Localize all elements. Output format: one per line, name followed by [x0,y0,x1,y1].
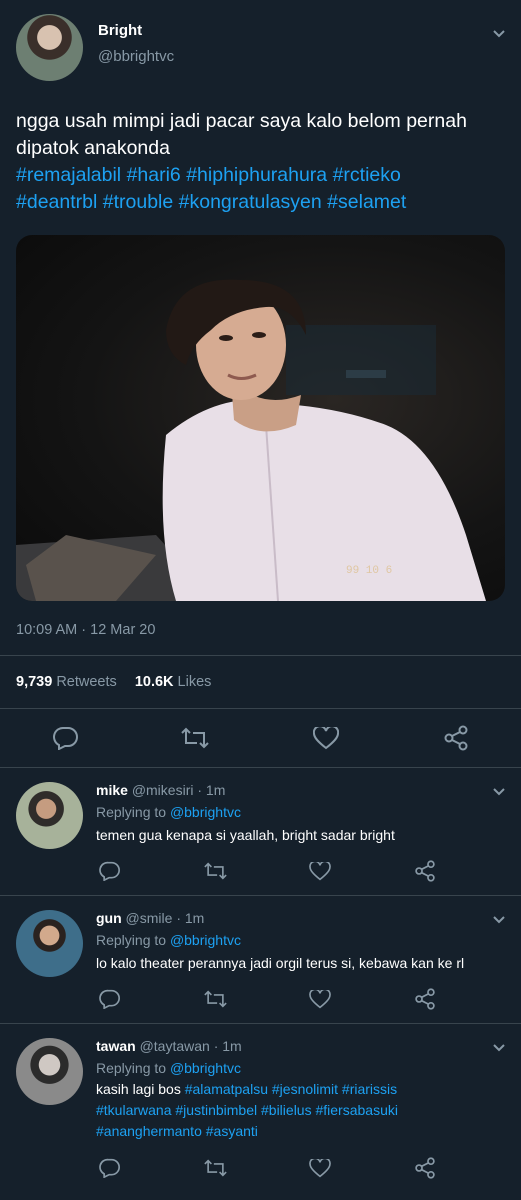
reply-icon[interactable] [99,989,121,1009]
reply-avatar[interactable] [16,910,83,977]
replying-to: Replying to @bbrightvc [96,932,241,948]
replying-to-handle[interactable]: @bbrightvc [170,1060,241,1076]
hashtag-link[interactable]: #kongratulasyen [179,191,322,213]
retweet-icon[interactable] [180,727,210,749]
reply-body: kasih lagi bos [96,1081,181,1097]
reply-icon[interactable] [53,726,79,750]
tweet-photo[interactable]: 99 10 6 [16,235,505,601]
retweet-icon[interactable] [203,1159,228,1177]
share-icon[interactable] [414,1157,436,1179]
replying-to-handle[interactable]: @bbrightvc [170,932,241,948]
author-name[interactable]: Bright [98,22,142,39]
reply-author[interactable]: gun @smile · 1m [96,910,204,926]
chevron-down-icon[interactable] [492,787,506,797]
likes-label: Likes [177,674,212,690]
hashtag-link[interactable]: #justinbimbel [175,1102,257,1118]
reply-handle-time: @mikesiri · 1m [131,782,226,798]
replying-to-label: Replying to [96,1060,167,1076]
hashtag-link[interactable]: #rctieko [333,164,401,186]
reply-icon[interactable] [99,861,121,881]
reply-icon[interactable] [99,1158,121,1178]
hashtag-link[interactable]: #alamatpalsu [185,1081,268,1097]
reply-tweet[interactable]: mike @mikesiri · 1m Replying to @bbright… [0,768,521,895]
photo-date-stamp: 99 10 6 [346,565,392,577]
reply-handle-time: @taytawan · 1m [139,1038,242,1054]
hashtag-link[interactable]: #ananghermanto [96,1123,202,1139]
like-icon[interactable] [309,1159,331,1178]
replying-to-handle[interactable]: @bbrightvc [170,804,241,820]
reply-text: lo kalo theater perannya jadi orgil teru… [96,955,465,971]
hashtag-link[interactable]: #fiersabasuki [315,1102,398,1118]
share-icon[interactable] [443,725,469,751]
reply-tweet[interactable]: tawan @taytawan · 1m Replying to @bbrigh… [0,1024,521,1200]
retweet-icon[interactable] [203,990,228,1008]
reply-author-name: tawan [96,1038,136,1054]
reply-author-name: gun [96,910,122,926]
share-icon[interactable] [414,860,436,882]
author-avatar[interactable] [16,14,83,81]
reply-author[interactable]: mike @mikesiri · 1m [96,782,225,798]
replying-to: Replying to @bbrightvc [96,804,241,820]
likes-stat[interactable]: 10.6K Likes [135,674,212,690]
retweets-stat[interactable]: 9,739 Retweets [16,674,121,690]
reply-author[interactable]: tawan @taytawan · 1m [96,1038,242,1054]
hashtag-link[interactable]: #asyanti [206,1123,258,1139]
hashtag-link[interactable]: #hiphiphurahura [186,164,327,186]
divider [0,655,521,656]
hashtag-link[interactable]: #remajalabil [16,164,121,186]
like-icon[interactable] [309,990,331,1009]
chevron-down-icon[interactable] [492,29,506,39]
reply-avatar[interactable] [16,1038,83,1105]
retweets-count: 9,739 [16,674,53,690]
reply-handle-time: @smile · 1m [125,910,205,926]
tweet-stats: 9,739 Retweets 10.6K Likes [16,674,211,690]
share-icon[interactable] [414,988,436,1010]
retweet-icon[interactable] [203,862,228,880]
replying-to-label: Replying to [96,804,167,820]
replying-to-label: Replying to [96,932,167,948]
reply-avatar[interactable] [16,782,83,849]
like-icon[interactable] [313,727,339,750]
likes-count: 10.6K [134,674,174,690]
reply-tweet[interactable]: gun @smile · 1m Replying to @bbrightvc l… [0,896,521,1023]
tweet-body: ngga usah mimpi jadi pacar saya kalo bel… [16,110,467,159]
reply-author-name: mike [96,782,128,798]
chevron-down-icon[interactable] [492,915,506,925]
reply-text: kasih lagi bos #alamatpalsu #jesnolimit … [96,1079,516,1142]
hashtag-link[interactable]: #bilielus [261,1102,312,1118]
author-handle[interactable]: @bbrightvc [98,48,174,65]
tweet-text: ngga usah mimpi jadi pacar saya kalo bel… [16,108,511,216]
photo-illustration: 99 10 6 [16,279,486,601]
divider [0,708,521,709]
chevron-down-icon[interactable] [492,1043,506,1053]
hashtag-link[interactable]: #hari6 [127,164,181,186]
like-icon[interactable] [309,862,331,881]
hashtag-link[interactable]: #deantrbl [16,191,97,213]
hashtag-link[interactable]: #trouble [103,191,173,213]
hashtag-link[interactable]: #jesnolimit [272,1081,338,1097]
hashtag-link[interactable]: #riarissis [342,1081,397,1097]
hashtag-link[interactable]: #selamet [327,191,406,213]
retweets-label: Retweets [56,674,117,690]
tweet-timestamp[interactable]: 10:09 AM · 12 Mar 20 [16,622,155,638]
replying-to: Replying to @bbrightvc [96,1060,241,1076]
hashtag-link[interactable]: #tkularwana [96,1102,172,1118]
reply-text: temen gua kenapa si yaallah, bright sada… [96,827,395,843]
